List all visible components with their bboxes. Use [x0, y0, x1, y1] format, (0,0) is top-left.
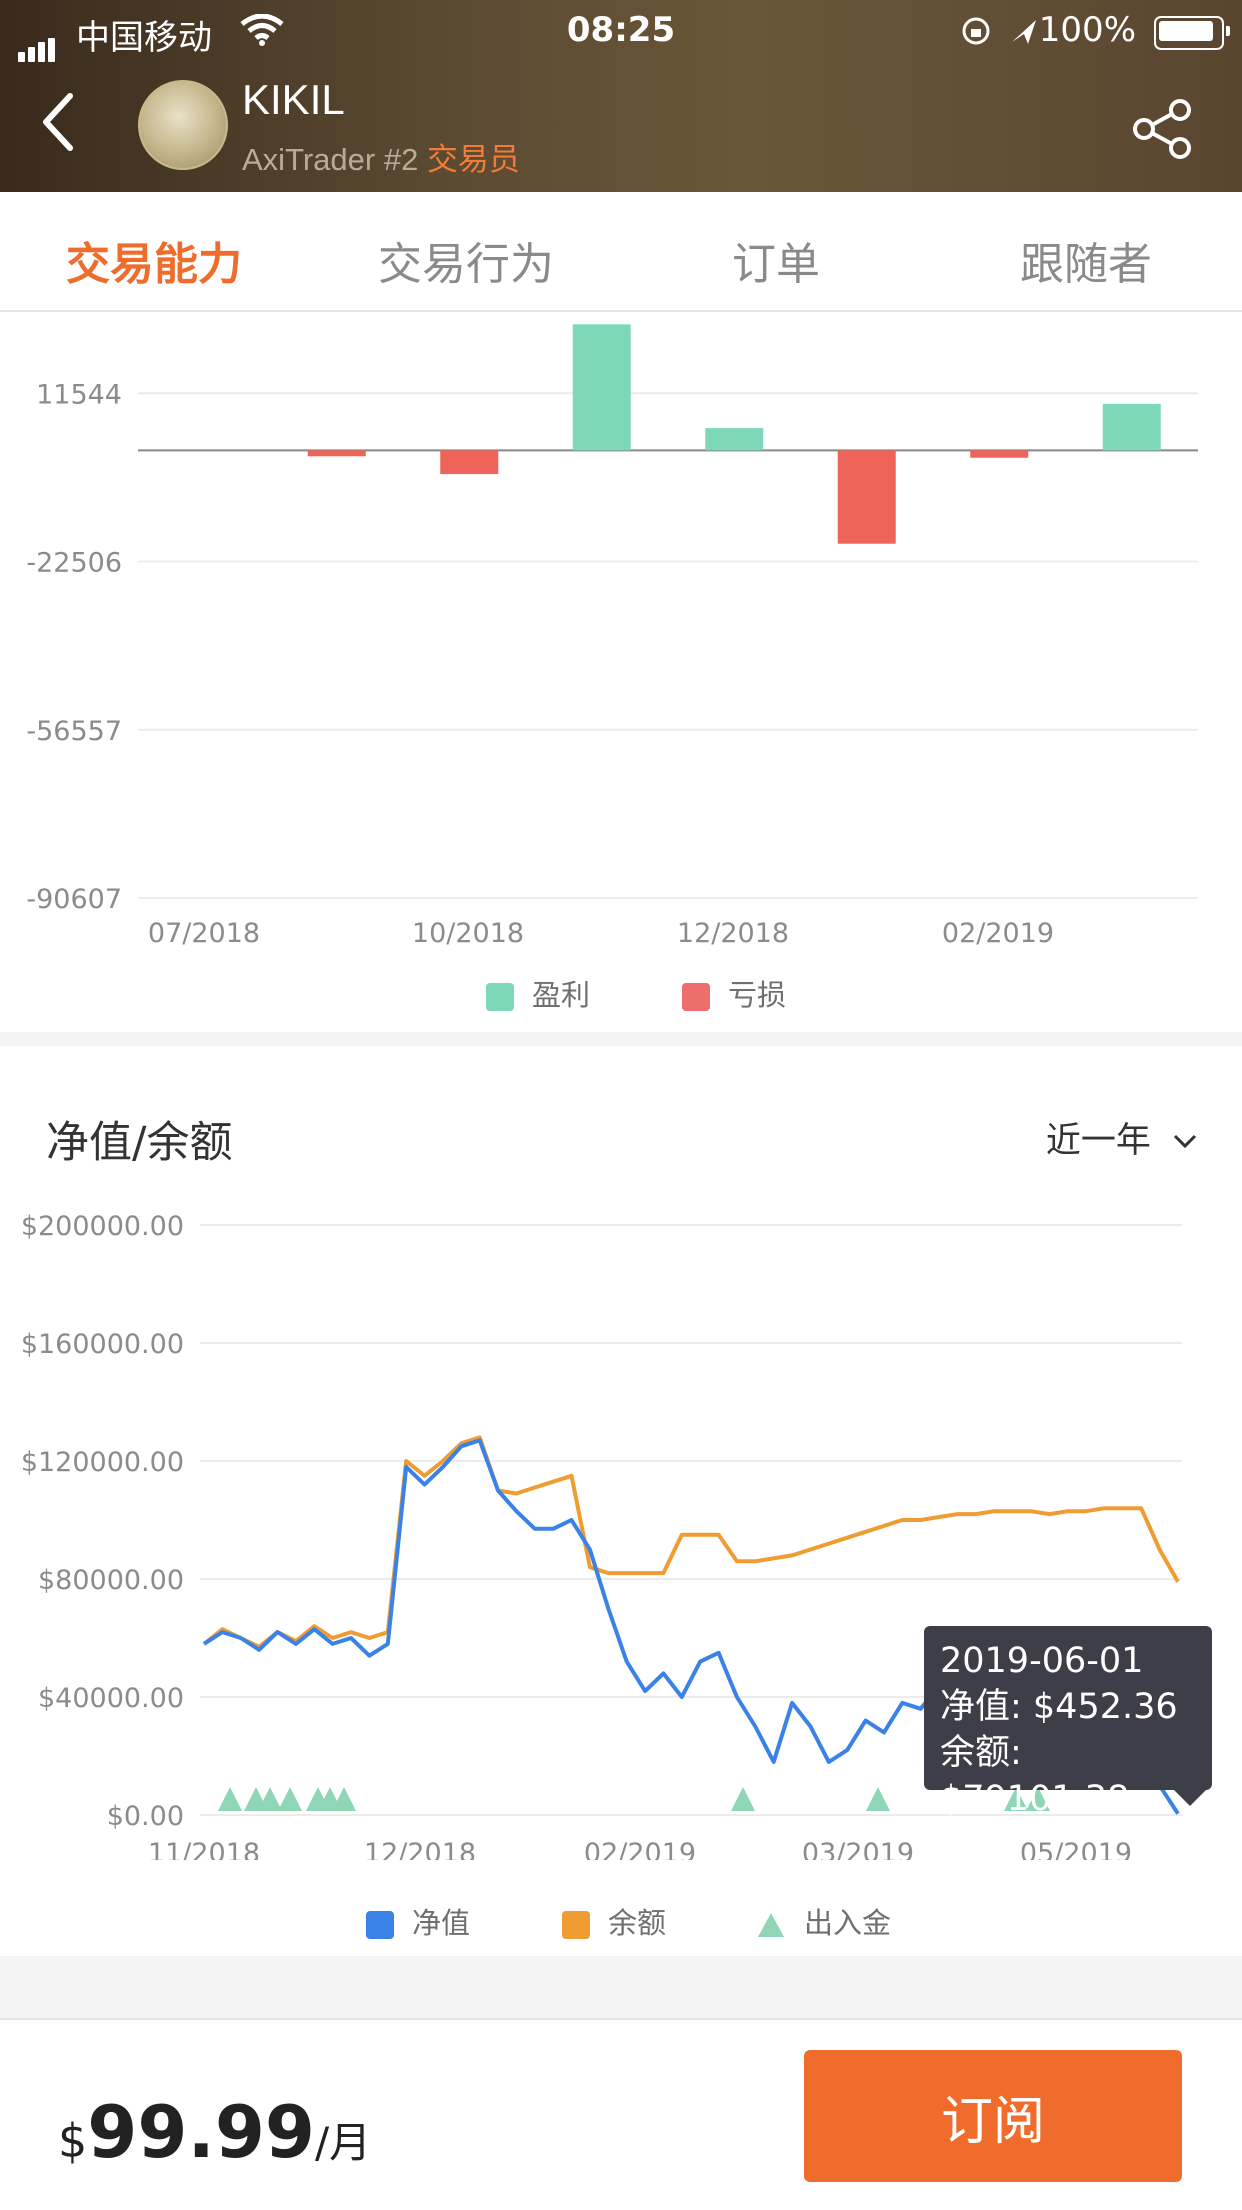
- balance-line: [202, 1435, 1180, 1649]
- profit-bar: [1102, 403, 1161, 451]
- y-tick-label: 11544: [36, 379, 122, 410]
- triangle-icon: [758, 1913, 784, 1937]
- legend-profit: 盈利: [486, 972, 590, 1014]
- status-bar: 中国移动 08:25 100%: [0, 0, 1242, 62]
- loss-bar: [970, 450, 1029, 458]
- y-tick-label: $200000.00: [21, 1211, 184, 1242]
- legend-loss-swatch: [682, 983, 710, 1011]
- legend-balance: 余额: [562, 1900, 666, 1942]
- battery-text: 100%: [1038, 10, 1136, 50]
- header: 中国移动 08:25 100% KIKIL AxiTrader #2 交易员: [0, 0, 1242, 192]
- price: $99.99/月: [58, 2090, 371, 2174]
- y-tick-label: -90607: [26, 884, 122, 915]
- bottom-spacer: [0, 1956, 1242, 2018]
- deposit-marker: [278, 1787, 302, 1811]
- broker-label: AxiTrader #2: [242, 142, 419, 177]
- deposit-marker: [731, 1787, 755, 1811]
- x-tick-label: 12/2018: [364, 1838, 476, 1860]
- range-label: 近一年: [1045, 1121, 1151, 1161]
- x-tick-label: 10/2018: [412, 918, 524, 949]
- profit-bar: [705, 428, 764, 451]
- bottom-bar: $99.99/月 订阅: [0, 2018, 1242, 2210]
- y-tick-label: $120000.00: [21, 1447, 184, 1478]
- section-title: 净值/余额: [46, 1118, 233, 1168]
- chevron-down-icon: [1173, 1134, 1197, 1149]
- legend-balance-label: 余额: [608, 1906, 667, 1940]
- legend-equity-label: 净值: [412, 1906, 471, 1940]
- legend-loss-label: 亏损: [728, 978, 787, 1012]
- tab-orders[interactable]: 订单: [732, 228, 820, 292]
- legend-equity-swatch: [366, 1911, 394, 1939]
- y-tick-label: $0.00: [107, 1801, 184, 1832]
- legend-profit-label: 盈利: [532, 978, 591, 1012]
- trader-subtitle: AxiTrader #2 交易员: [242, 134, 520, 179]
- share-icon[interactable]: [1132, 98, 1194, 160]
- legend-deposit-label: 出入金: [804, 1906, 892, 1940]
- x-tick-label: 05/2019: [1020, 1838, 1132, 1860]
- price-currency: $: [58, 2114, 88, 2168]
- y-tick-label: -22506: [26, 548, 122, 579]
- loss-bar: [837, 450, 896, 544]
- y-tick-label: $160000.00: [21, 1329, 184, 1360]
- price-value: 99.99: [87, 2090, 316, 2174]
- legend-profit-swatch: [486, 983, 514, 1011]
- x-tick-label: 07/2018: [148, 918, 260, 949]
- tab-trading-ability[interactable]: 交易能力: [66, 228, 242, 292]
- y-tick-label: -56557: [26, 716, 122, 747]
- tooltip-balance: 余额: $79101.38: [940, 1733, 1130, 1819]
- loss-bar: [440, 450, 499, 475]
- avatar[interactable]: [138, 80, 228, 170]
- x-tick-label: 12/2018: [677, 918, 789, 949]
- tooltip-date: 2019-06-01: [940, 1641, 1144, 1681]
- tooltip-equity: 净值: $452.36: [940, 1687, 1178, 1727]
- deposit-marker: [218, 1787, 242, 1811]
- tab-followers[interactable]: 跟随者: [1020, 228, 1152, 292]
- deposit-marker: [866, 1787, 890, 1811]
- chart-tooltip: 2019-06-01 净值: $452.36 余额: $79101.38: [924, 1626, 1212, 1819]
- x-tick-label: 02/2019: [584, 1838, 696, 1860]
- orientation-lock-icon: [962, 17, 1036, 45]
- tab-trading-behavior[interactable]: 交易行为: [378, 228, 554, 292]
- range-selector[interactable]: 近一年: [1046, 1112, 1198, 1163]
- battery-icon: [1154, 16, 1224, 50]
- loss-bar: [307, 450, 366, 457]
- section-divider: [0, 1032, 1242, 1046]
- legend-equity: 净值: [366, 1900, 470, 1942]
- legend-loss: 亏损: [682, 972, 786, 1014]
- y-tick-label: $40000.00: [38, 1683, 184, 1714]
- trader-name: KIKIL: [242, 76, 345, 123]
- battery-tip: [1226, 26, 1230, 36]
- x-tick-label: 03/2019: [802, 1838, 914, 1860]
- back-icon[interactable]: [40, 92, 74, 152]
- role-label: 交易员: [426, 142, 520, 177]
- x-tick-label: 02/2019: [942, 918, 1054, 949]
- profit-loss-bar-chart: 11544 -22506 -56557 -90607 07/2018 10/2018 12/…: [26, 324, 1198, 949]
- subscribe-button[interactable]: 订阅: [804, 2050, 1182, 2182]
- legend-balance-swatch: [562, 1911, 590, 1939]
- tab-bar: 交易能力 交易行为 订单 跟随者: [0, 192, 1242, 312]
- legend-deposit: 出入金: [756, 1900, 891, 1942]
- x-tick-label: 11/2018: [148, 1838, 260, 1860]
- price-unit: /月: [315, 2118, 372, 2167]
- profit-bar: [572, 324, 631, 451]
- y-tick-label: $80000.00: [38, 1565, 184, 1596]
